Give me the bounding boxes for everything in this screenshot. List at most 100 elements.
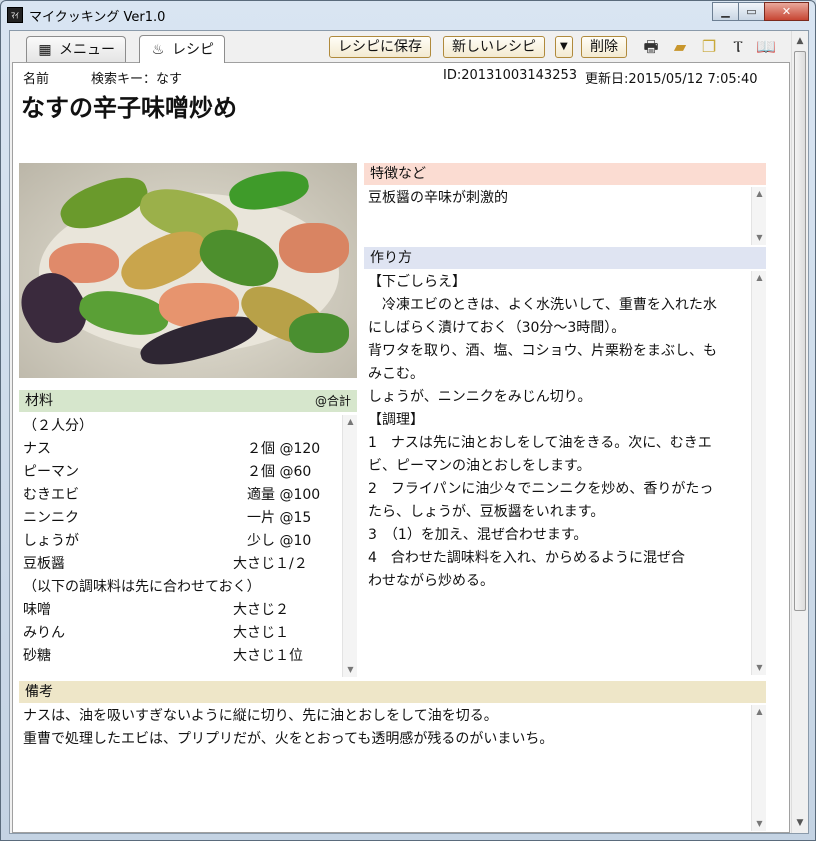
method-text[interactable]: 【下ごしらえ】 冷凍エビのときは、よく水洗いして、重曹を入れた水 にしばらく漬け… <box>368 271 748 675</box>
ingredient-row: ピーマン ２個 @60 <box>23 461 341 484</box>
maximize-button[interactable]: ▭ <box>738 2 765 21</box>
delete-button[interactable]: 削除 <box>581 36 627 58</box>
scroll-down-icon[interactable]: ▼ <box>752 661 767 675</box>
method-line: わせながら炒める。 <box>368 573 494 589</box>
recipe-page: 名前 検索キー：なす ID:20131003143253 更新日:2015/05… <box>12 62 790 833</box>
ingredient-name: みりん <box>23 625 65 641</box>
app-window: ﾏｲ マイクッキング Ver1.0 ▁ ▭ ✕ ▦ メニュー ♨ レシピ レシピ… <box>0 0 816 841</box>
save-recipe-button[interactable]: レシピに保存 <box>329 36 431 58</box>
toolbar: ▦ メニュー ♨ レシピ レシピに保存 新しいレシピ ▼ 削除 🖶 ▰ ❐ Ⲧ … <box>10 31 790 63</box>
ingredient-name: 砂糖 <box>23 648 51 664</box>
method-line: 2 フライパンに油少々でニンニクを炒め、香りがたっ <box>368 481 714 497</box>
open-folder-icon[interactable]: ▰ <box>670 37 690 57</box>
title-bar[interactable]: ﾏｲ マイクッキング Ver1.0 ▁ ▭ ✕ <box>1 1 815 29</box>
recipe-photo[interactable] <box>19 163 357 378</box>
ingredient-name: 味噌 <box>23 602 51 618</box>
ingredient-row: むきエビ 適量 @100 <box>23 484 341 507</box>
tab-recipe-label: レシピ <box>172 41 214 58</box>
minimize-button[interactable]: ▁ <box>712 2 739 21</box>
ingredient-qty: 大さじ１位 <box>233 648 303 664</box>
pot-icon: ♨ <box>151 41 165 58</box>
method-line: 3 （1）を加え、混ぜ合わせます。 <box>368 527 588 543</box>
method-line: 1 ナスは先に油とおしをして油をきる。次に、むきエ <box>368 435 712 451</box>
features-header-label: 特徴など <box>370 166 426 182</box>
ingredient-name: ナス <box>23 441 51 457</box>
ingredient-name: ニンニク <box>23 510 79 526</box>
close-button[interactable]: ✕ <box>764 2 809 21</box>
scroll-down-icon[interactable]: ▼ <box>752 231 767 245</box>
ingredient-name: しょうが <box>23 533 79 549</box>
print-icon[interactable]: 🖶 <box>641 37 661 57</box>
notes-header-label: 備考 <box>25 684 53 700</box>
ingredient-qty: 少し @10 <box>233 533 312 549</box>
features-scrollbar[interactable]: ▲ ▼ <box>751 187 766 245</box>
scroll-up-icon[interactable]: ▲ <box>343 415 358 429</box>
new-recipe-dropdown[interactable]: ▼ <box>555 36 573 58</box>
main-scrollbar[interactable]: ▲ ▼ <box>791 31 808 833</box>
ingredient-qty: 適量 @100 <box>233 487 321 503</box>
menu-list-icon: ▦ <box>38 41 52 58</box>
ingredients-header-label: 材料 <box>25 393 53 409</box>
ingredient-row: ニンニク 一片 @15 <box>23 507 341 530</box>
ingredient-row: しょうが 少し @10 <box>23 530 341 553</box>
notes-scrollbar[interactable]: ▲ ▼ <box>751 705 766 831</box>
ingredients-list[interactable]: （２人分） ナス ２個 @120 ピーマン ２個 @60 むきエビ 適量 @10… <box>23 415 341 677</box>
ingredient-row: 砂糖 大さじ１位 <box>23 645 341 668</box>
ingredient-qty: 大さじ２ <box>233 602 289 618</box>
method-scrollbar[interactable]: ▲ ▼ <box>751 271 766 675</box>
tab-recipe[interactable]: ♨ レシピ <box>139 35 225 63</box>
search-key: 検索キー：なす <box>91 72 183 87</box>
total-label[interactable]: @合計 <box>315 390 351 412</box>
method-line: たら、しょうが、豆板醤をいれます。 <box>368 504 605 520</box>
ingredient-row: 豆板醤 大さじ１/２ <box>23 553 341 576</box>
method-header-label: 作り方 <box>370 250 412 266</box>
scroll-up-icon[interactable]: ▲ <box>752 271 767 285</box>
method-line: 背ワタを取り、酒、塩、コショウ、片栗粉をまぶし、も <box>368 343 718 359</box>
copy-icon[interactable]: ❐ <box>699 37 719 57</box>
tab-menu[interactable]: ▦ メニュー <box>26 36 126 62</box>
recipe-id: ID:20131003143253 <box>443 68 578 83</box>
method-line: 冷凍エビのときは、よく水洗いして、重曹を入れた水 <box>368 297 717 313</box>
scroll-up-icon[interactable]: ▲ <box>752 705 767 719</box>
ingredient-qty: 大さじ１ <box>233 625 289 641</box>
updated-date: 更新日:2015/05/12 7:05:40 <box>585 72 758 87</box>
recipe-title[interactable]: なすの辛子味噌炒め <box>21 88 237 123</box>
tab-menu-label: メニュー <box>59 41 115 58</box>
tools-icon[interactable]: Ⲧ <box>728 37 748 57</box>
notes-line: ナスは、油を吸いすぎないように縦に切り、先に油とおしをして油を切る。 <box>23 708 498 724</box>
ingredient-qty: 大さじ１/２ <box>233 556 308 572</box>
method-line: 【調理】 <box>368 412 424 428</box>
scroll-up-icon[interactable]: ▲ <box>752 187 767 201</box>
features-header: 特徴など <box>364 163 766 185</box>
scroll-down-icon[interactable]: ▼ <box>343 663 358 677</box>
ingredient-qty: ２個 @120 <box>233 441 321 457</box>
scroll-up-icon[interactable]: ▲ <box>792 33 808 49</box>
method-line: みこむ。 <box>368 366 424 382</box>
ingredients-header: 材料 @合計 <box>19 390 357 412</box>
ingredient-row: みりん 大さじ１ <box>23 622 341 645</box>
ingredient-name: 豆板醤 <box>23 556 65 572</box>
new-recipe-button[interactable]: 新しいレシピ <box>443 36 545 58</box>
window-title: マイクッキング Ver1.0 <box>29 10 166 25</box>
name-label: 名前 <box>23 72 50 87</box>
ingredients-scrollbar[interactable]: ▲ ▼ <box>342 415 357 677</box>
method-line: 【下ごしらえ】 <box>368 274 466 290</box>
book-icon[interactable]: 📖 <box>756 37 776 57</box>
app-icon: ﾏｲ <box>7 7 23 23</box>
ingredient-name: むきエビ <box>23 487 79 503</box>
notes-header: 備考 <box>19 681 766 703</box>
ingredient-qty: 一片 @15 <box>233 510 312 526</box>
notes-line: 重曹で処理したエビは、プリプリだが、火をとおっても透明感が残るのがいまいち。 <box>23 731 554 747</box>
client-area: ▦ メニュー ♨ レシピ レシピに保存 新しいレシピ ▼ 削除 🖶 ▰ ❐ Ⲧ … <box>9 30 809 834</box>
notes-text[interactable]: ナスは、油を吸いすぎないように縦に切り、先に油とおしをして油を切る。 重曹で処理… <box>23 705 743 831</box>
features-text[interactable]: 豆板醤の辛味が刺激的 <box>368 187 748 243</box>
ingredient-row: ナス ２個 @120 <box>23 438 341 461</box>
ingredient-name: （以下の調味料は先に合わせておく） <box>23 579 261 595</box>
scroll-down-icon[interactable]: ▼ <box>792 815 808 831</box>
servings: （２人分） <box>23 418 93 434</box>
method-line: にしばらく漬けておく（30分～3時間）。 <box>368 320 626 336</box>
scroll-down-icon[interactable]: ▼ <box>752 817 767 831</box>
method-header: 作り方 <box>364 247 766 269</box>
scrollbar-thumb[interactable] <box>794 51 806 611</box>
method-line: しょうが、ニンニクをみじん切り。 <box>368 389 592 405</box>
